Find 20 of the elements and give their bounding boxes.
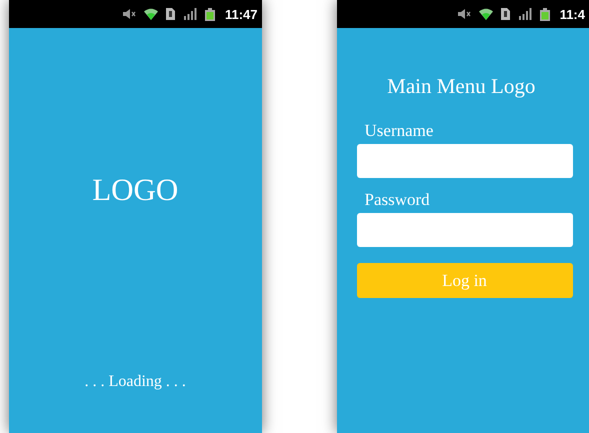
field-label: Password bbox=[364, 190, 431, 210]
loading-text: . . . Loading . . . bbox=[84, 373, 186, 391]
battery-icon bbox=[204, 8, 215, 20]
clock-time: 11:47 bbox=[224, 6, 258, 22]
sim-card-icon bbox=[500, 8, 510, 20]
sim-card-icon bbox=[166, 8, 175, 20]
logo-text: Main Menu Logo bbox=[387, 74, 536, 99]
input-field[interactable] bbox=[356, 213, 572, 247]
mute-icon bbox=[456, 8, 471, 20]
input-field[interactable] bbox=[356, 144, 572, 178]
logo-text: LOGO bbox=[92, 172, 178, 208]
wifi-icon bbox=[478, 8, 493, 20]
wifi-icon bbox=[144, 8, 158, 20]
signal-icon bbox=[518, 8, 532, 20]
battery-icon bbox=[540, 8, 550, 20]
login-button[interactable]: Log in bbox=[356, 263, 572, 298]
mute-icon bbox=[122, 8, 136, 20]
clock-time: 11:4 bbox=[560, 6, 585, 22]
field-label: Username bbox=[364, 121, 434, 141]
signal-icon bbox=[182, 8, 197, 20]
